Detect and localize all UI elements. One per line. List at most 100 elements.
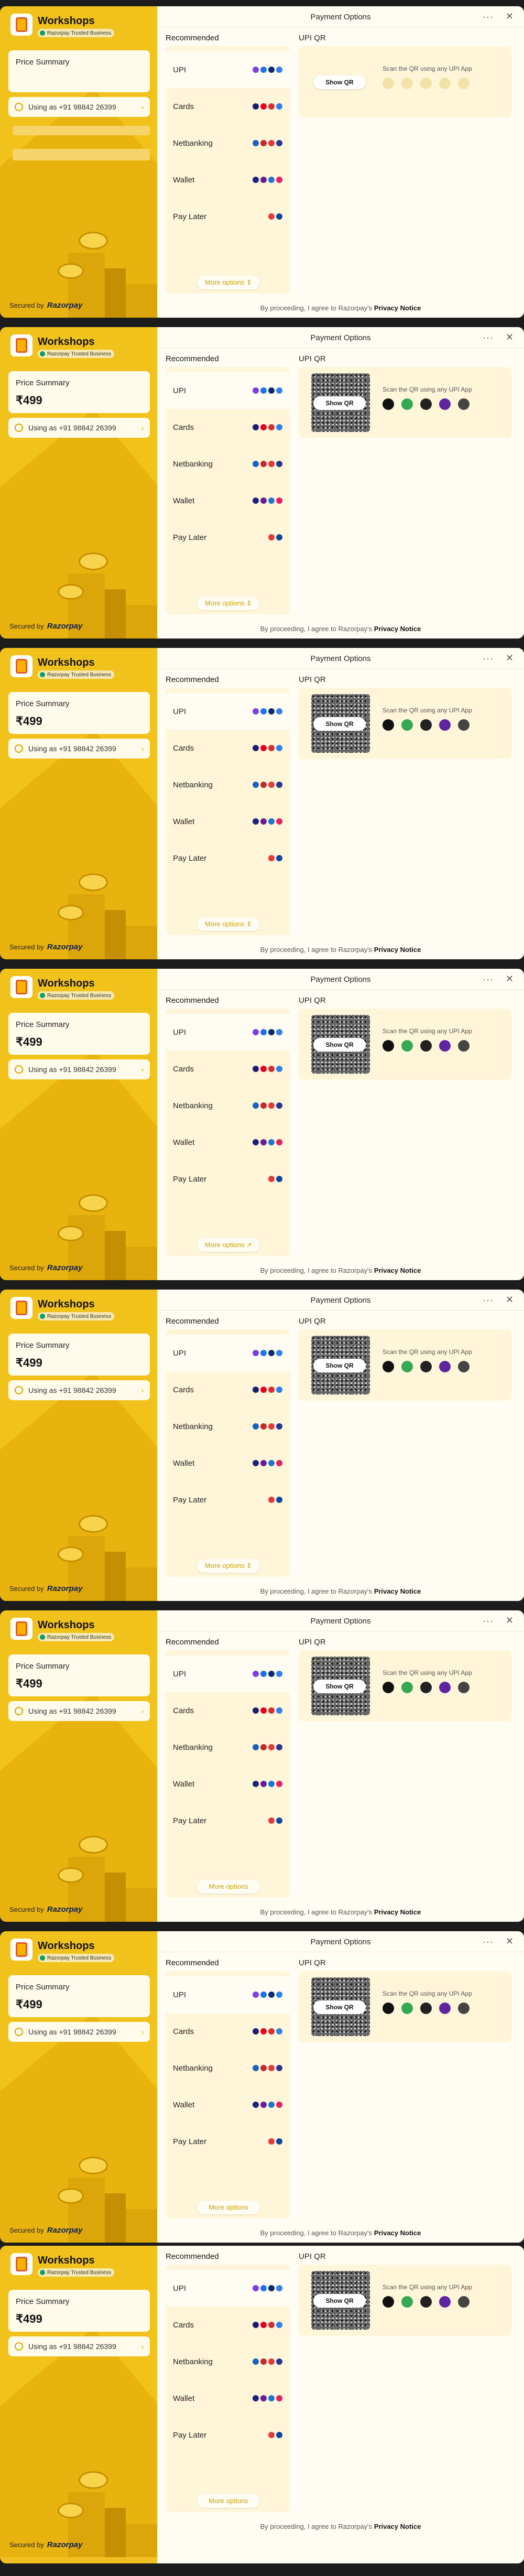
payment-method-netbanking[interactable]: Netbanking <box>166 125 290 161</box>
upi-app-icon[interactable] <box>439 78 451 89</box>
payment-method-upi[interactable]: UPI <box>166 693 290 730</box>
show-qr-button[interactable]: Show QR <box>313 396 366 410</box>
more-dots-icon[interactable]: ··· <box>483 1616 494 1627</box>
show-qr-button[interactable]: Show QR <box>313 1038 366 1052</box>
upi-app-icon[interactable] <box>383 719 394 731</box>
upi-app-icon[interactable] <box>401 2003 413 2014</box>
payment-method-wallet[interactable]: Wallet <box>166 1445 290 1481</box>
upi-app-icon[interactable] <box>420 1682 432 1693</box>
payment-method-pay-later[interactable]: Pay Later <box>166 519 290 556</box>
upi-app-icon[interactable] <box>420 398 432 410</box>
price-summary-card[interactable]: Price Summary ₹499 <box>8 371 150 413</box>
user-contact-row[interactable]: Using as +91 98842 26399 › <box>8 739 150 759</box>
more-options-button[interactable]: More options ⇕ <box>197 1559 260 1573</box>
payment-method-cards[interactable]: Cards <box>166 2307 290 2343</box>
more-options-button[interactable]: More options ⇕ <box>197 597 260 610</box>
user-contact-row[interactable]: Using as +91 98842 26399 › <box>8 1059 150 1079</box>
upi-app-icon[interactable] <box>383 1361 394 1372</box>
payment-method-wallet[interactable]: Wallet <box>166 2086 290 2123</box>
privacy-notice-link[interactable]: Privacy Notice <box>374 2229 421 2237</box>
upi-app-icon[interactable] <box>458 2003 470 2014</box>
upi-app-icon[interactable] <box>383 1040 394 1052</box>
privacy-notice-link[interactable]: Privacy Notice <box>374 946 421 954</box>
payment-method-cards[interactable]: Cards <box>166 1371 290 1408</box>
payment-method-pay-later[interactable]: Pay Later <box>166 2417 290 2453</box>
show-qr-button[interactable]: Show QR <box>313 75 366 89</box>
upi-app-icon[interactable] <box>383 78 394 89</box>
close-icon[interactable]: ✕ <box>506 653 514 664</box>
more-options-button[interactable]: More options ↗ <box>197 1238 260 1252</box>
close-icon[interactable]: ✕ <box>506 332 514 343</box>
payment-method-cards[interactable]: Cards <box>166 409 290 446</box>
payment-method-upi[interactable]: UPI <box>166 1335 290 1371</box>
upi-app-icon[interactable] <box>401 1361 413 1372</box>
user-contact-row[interactable]: Using as +91 98842 26399 › <box>8 2022 150 2042</box>
privacy-notice-link[interactable]: Privacy Notice <box>374 1908 421 1916</box>
upi-app-icon[interactable] <box>401 719 413 731</box>
upi-app-icon[interactable] <box>383 398 394 410</box>
payment-method-netbanking[interactable]: Netbanking <box>166 2343 290 2380</box>
close-icon[interactable]: ✕ <box>506 1936 514 1947</box>
upi-app-icon[interactable] <box>439 719 451 731</box>
more-options-button[interactable]: More options <box>197 2201 260 2214</box>
more-dots-icon[interactable]: ··· <box>483 12 494 23</box>
price-summary-card[interactable]: Price Summary ₹499 <box>8 1013 150 1055</box>
payment-method-wallet[interactable]: Wallet <box>166 482 290 519</box>
show-qr-button[interactable]: Show QR <box>313 717 366 731</box>
upi-app-icon[interactable] <box>420 2003 432 2014</box>
user-contact-row[interactable]: Using as +91 98842 26399 › <box>8 2336 150 2356</box>
more-options-button[interactable]: More options ⇕ <box>197 917 260 931</box>
upi-app-icon[interactable] <box>383 1682 394 1693</box>
payment-method-upi[interactable]: UPI <box>166 1976 290 2013</box>
payment-method-pay-later[interactable]: Pay Later <box>166 840 290 876</box>
price-summary-card[interactable]: Price Summary ₹499 <box>8 50 150 92</box>
user-contact-row[interactable]: Using as +91 98842 26399 › <box>8 97 150 117</box>
payment-method-cards[interactable]: Cards <box>166 88 290 125</box>
price-summary-card[interactable]: Price Summary ₹499 <box>8 2290 150 2332</box>
upi-app-icon[interactable] <box>439 2003 451 2014</box>
more-dots-icon[interactable]: ··· <box>483 974 494 985</box>
payment-method-wallet[interactable]: Wallet <box>166 803 290 840</box>
payment-method-wallet[interactable]: Wallet <box>166 2380 290 2417</box>
payment-method-wallet[interactable]: Wallet <box>166 161 290 198</box>
upi-app-icon[interactable] <box>401 2296 413 2308</box>
upi-app-icon[interactable] <box>458 398 470 410</box>
close-icon[interactable]: ✕ <box>506 1294 514 1305</box>
show-qr-button[interactable]: Show QR <box>313 1680 366 1693</box>
privacy-notice-link[interactable]: Privacy Notice <box>374 625 421 633</box>
privacy-notice-link[interactable]: Privacy Notice <box>374 1587 421 1595</box>
payment-method-pay-later[interactable]: Pay Later <box>166 1802 290 1839</box>
close-icon[interactable]: ✕ <box>506 973 514 984</box>
upi-app-icon[interactable] <box>458 719 470 731</box>
payment-method-cards[interactable]: Cards <box>166 2013 290 2050</box>
payment-method-wallet[interactable]: Wallet <box>166 1124 290 1161</box>
more-dots-icon[interactable]: ··· <box>483 653 494 664</box>
payment-method-netbanking[interactable]: Netbanking <box>166 1729 290 1766</box>
more-options-button[interactable]: More options <box>197 1880 260 1893</box>
upi-app-icon[interactable] <box>458 1682 470 1693</box>
show-qr-button[interactable]: Show QR <box>313 1359 366 1372</box>
upi-app-icon[interactable] <box>383 2003 394 2014</box>
upi-app-icon[interactable] <box>420 2296 432 2308</box>
payment-method-cards[interactable]: Cards <box>166 1051 290 1087</box>
upi-app-icon[interactable] <box>420 719 432 731</box>
show-qr-button[interactable]: Show QR <box>313 2000 366 2014</box>
payment-method-pay-later[interactable]: Pay Later <box>166 1481 290 1518</box>
upi-app-icon[interactable] <box>420 78 432 89</box>
payment-method-cards[interactable]: Cards <box>166 1692 290 1729</box>
upi-app-icon[interactable] <box>458 1040 470 1052</box>
more-dots-icon[interactable]: ··· <box>483 332 494 343</box>
upi-app-icon[interactable] <box>401 1682 413 1693</box>
payment-method-upi[interactable]: UPI <box>166 372 290 409</box>
payment-method-netbanking[interactable]: Netbanking <box>166 766 290 803</box>
close-icon[interactable]: ✕ <box>506 1615 514 1626</box>
price-summary-card[interactable]: Price Summary ₹499 <box>8 1654 150 1696</box>
payment-method-upi[interactable]: UPI <box>166 1014 290 1051</box>
upi-app-icon[interactable] <box>401 78 413 89</box>
payment-method-upi[interactable]: UPI <box>166 51 290 88</box>
payment-method-upi[interactable]: UPI <box>166 2270 290 2307</box>
show-qr-button[interactable]: Show QR <box>313 2294 366 2308</box>
user-contact-row[interactable]: Using as +91 98842 26399 › <box>8 418 150 438</box>
upi-app-icon[interactable] <box>401 1040 413 1052</box>
more-dots-icon[interactable]: ··· <box>483 1936 494 1947</box>
